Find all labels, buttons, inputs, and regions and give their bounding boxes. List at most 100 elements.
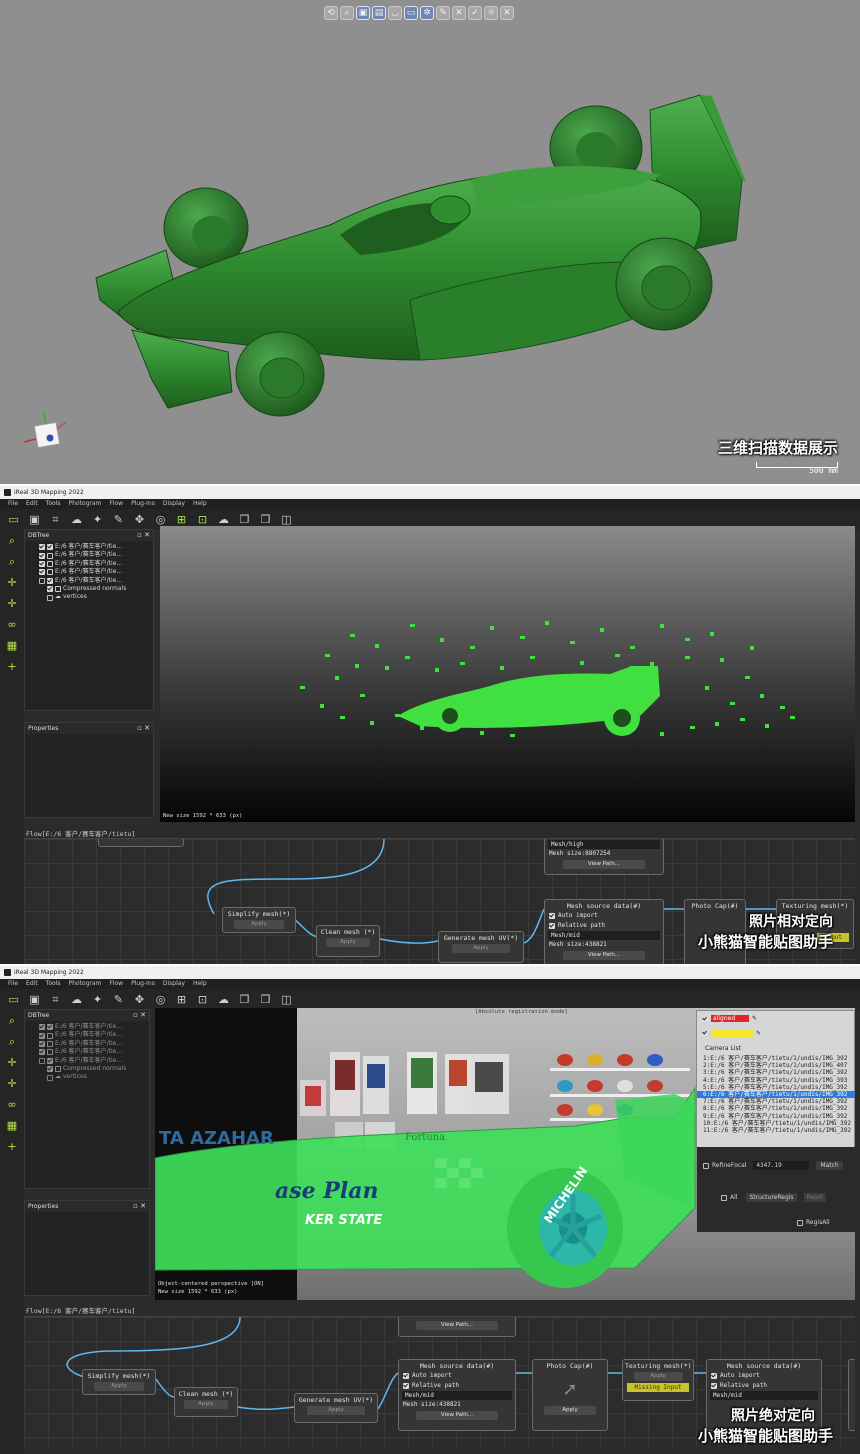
refine-focal-field[interactable]: 4347.19 <box>753 1161 810 1170</box>
menu-display[interactable]: Display <box>163 979 185 989</box>
plus-icon[interactable]: + <box>4 1139 20 1155</box>
node-clean-mesh[interactable]: Clean mesh (*) Apply <box>174 1387 238 1417</box>
menu-photogram[interactable]: Photogram <box>68 499 101 509</box>
3d-viewport[interactable]: New size 1592 * 633 (px) <box>160 526 855 822</box>
tree-item[interactable]: E:/6 客户/赛车客户/tie… <box>39 568 153 576</box>
pen-icon[interactable]: ✎ <box>752 1015 757 1022</box>
layers-2-icon[interactable]: ❐ <box>258 992 273 1007</box>
apply-button[interactable]: Apply <box>93 1382 145 1391</box>
camera-row[interactable]: 9:E:/6 客户/赛车客户/tietu/1/undis/IMG_392 <box>697 1113 855 1120</box>
grid-icon[interactable]: ▦ <box>4 638 20 654</box>
move-icon[interactable]: ✥ <box>132 992 147 1007</box>
menu-help[interactable]: Help <box>193 979 207 989</box>
layers-icon[interactable]: ❐ <box>237 992 252 1007</box>
axis-2-icon[interactable]: ✛ <box>4 596 20 612</box>
photo-align-icon[interactable]: ⊞ <box>174 512 189 527</box>
structure-regis-button[interactable]: StructureRegis <box>746 1193 797 1202</box>
pen-icon[interactable]: ✎ <box>756 1030 761 1037</box>
node-generate-uv[interactable]: Generate mesh UV(*) Apply <box>294 1393 378 1423</box>
cloud-icon[interactable]: ☁ <box>69 992 84 1007</box>
camera-row[interactable]: 11:E:/6 客户/赛车客户/tietu/1/undis/IMG_392 <box>697 1127 855 1134</box>
view-path-button[interactable]: View Path... <box>416 1321 498 1330</box>
apply-button[interactable]: Apply <box>633 1372 683 1381</box>
3d-viewport[interactable]: TA AZAHAR ase Plan KER STATE MICHELIN Fo… <box>155 1008 855 1300</box>
move-icon[interactable]: ✥ <box>132 512 147 527</box>
search-icon[interactable]: ⌕ <box>4 1013 20 1029</box>
match-button[interactable]: Match <box>816 1161 843 1170</box>
search-icon[interactable]: ⌕ <box>4 533 20 549</box>
paint-icon[interactable]: ✦ <box>90 512 105 527</box>
cube-icon[interactable]: ◫ <box>279 512 294 527</box>
menu-display[interactable]: Display <box>163 499 185 509</box>
camera-row[interactable]: 8:E:/6 客户/赛车客户/tietu/1/undis/IMG_392 <box>697 1105 855 1112</box>
apply-button[interactable]: Apply <box>544 1406 596 1415</box>
node-edge-stub[interactable] <box>848 1359 855 1431</box>
layers-icon[interactable]: ❐ <box>237 512 252 527</box>
camera-row[interactable]: 4:E:/6 客户/赛车客户/tietu/1/undis/IMG_393 <box>697 1077 855 1084</box>
camera-align-icon[interactable]: ⊡ <box>195 512 210 527</box>
tree-item[interactable]: E:/6 客户/赛车客户/tie… <box>39 1057 149 1065</box>
node-top-stub[interactable] <box>98 839 184 847</box>
camera-row[interactable]: 3:E:/6 客户/赛车客户/tietu/1/undis/IMG_392 <box>697 1069 855 1076</box>
menu-edit[interactable]: Edit <box>26 499 38 509</box>
apply-button[interactable]: Apply <box>451 944 511 953</box>
axis-icon[interactable]: ✛ <box>4 1055 20 1071</box>
node-mesh-high[interactable]: Mesh/high Mesh size:8807254 View Path... <box>544 839 664 875</box>
tree-item[interactable]: Compressed normals <box>39 585 153 593</box>
menu-plugins[interactable]: Plug-Ins <box>131 499 155 509</box>
aligned-checkbox[interactable] <box>702 1015 708 1022</box>
crop-icon[interactable]: ⌗ <box>48 512 63 527</box>
tree-item[interactable]: ☁ vertices <box>39 593 153 601</box>
reset-button[interactable]: Reset <box>803 1193 827 1202</box>
menu-help[interactable]: Help <box>193 499 207 509</box>
target-icon[interactable]: ◎ <box>153 992 168 1007</box>
plus-icon[interactable]: + <box>4 659 20 675</box>
camera-row[interactable]: 5:E:/6 客户/赛车客户/tietu/1/undis/IMG_392 <box>697 1084 855 1091</box>
node-photo-cap[interactable]: Photo Cap(#) ➚ Apply <box>532 1359 608 1431</box>
tree-item[interactable]: E:/6 客户/赛车客户/tie… <box>39 1031 149 1039</box>
edit-icon[interactable]: ✎ <box>111 512 126 527</box>
view-path-button[interactable]: View Path... <box>562 860 646 869</box>
cloud-upload-icon[interactable]: ☁ <box>216 512 231 527</box>
aligned-color-swatch[interactable]: aligned <box>711 1015 749 1022</box>
tree-item[interactable]: Compressed normals <box>39 1065 149 1073</box>
tree-item[interactable]: E:/6 客户/赛车客户/tie… <box>39 1048 149 1056</box>
paint-icon[interactable]: ✦ <box>90 992 105 1007</box>
node-mesh-high[interactable]: View Path... <box>398 1317 516 1337</box>
zoom-icon[interactable]: ⌕ <box>4 554 20 570</box>
axis-2-icon[interactable]: ✛ <box>4 1076 20 1092</box>
axis-icon[interactable]: ✛ <box>4 575 20 591</box>
menu-flow[interactable]: Flow <box>109 979 123 989</box>
save-icon[interactable]: ▣ <box>27 992 42 1007</box>
node-simplify-mesh[interactable]: Simplify mesh(*) Apply <box>222 907 296 933</box>
menu-file[interactable]: File <box>8 979 18 989</box>
tree-item[interactable]: E:/6 客户/赛车客户/tie… <box>39 577 153 585</box>
target-icon[interactable]: ◎ <box>153 512 168 527</box>
zoom-icon[interactable]: ⌕ <box>4 1034 20 1050</box>
tree-item[interactable]: E:/6 客户/赛车客户/tie… <box>39 551 153 559</box>
flow-graph[interactable]: View Path... Simplify mesh(*) Apply Clea… <box>24 1316 855 1446</box>
save-icon[interactable]: ▣ <box>27 512 42 527</box>
cloud-icon[interactable]: ☁ <box>69 512 84 527</box>
node-mesh-source[interactable]: Mesh source data(#) Auto import Relative… <box>398 1359 516 1431</box>
node-generate-uv[interactable]: Generate mesh UV(*) Apply <box>438 931 524 963</box>
flow-graph[interactable]: Mesh/high Mesh size:8807254 View Path...… <box>24 838 855 964</box>
apply-button[interactable]: Apply <box>326 938 370 947</box>
open-folder-icon[interactable]: ▭ <box>6 992 21 1007</box>
apply-button[interactable]: Apply <box>184 1400 228 1409</box>
pending-color-swatch[interactable] <box>711 1029 753 1037</box>
node-simplify-mesh[interactable]: Simplify mesh(*) Apply <box>82 1369 156 1395</box>
node-texturing-mesh[interactable]: Texturing mesh(*) Apply Missing Input <box>622 1359 694 1401</box>
photo-align-icon[interactable]: ⊞ <box>174 992 189 1007</box>
view-path-button[interactable]: View Path... <box>416 1411 498 1420</box>
menu-photogram[interactable]: Photogram <box>68 979 101 989</box>
pending-checkbox[interactable] <box>702 1030 708 1036</box>
menu-tools[interactable]: Tools <box>46 979 61 989</box>
menu-edit[interactable]: Edit <box>26 979 38 989</box>
tree-item[interactable]: E:/6 客户/赛车客户/tie… <box>39 560 153 568</box>
menu-flow[interactable]: Flow <box>109 499 123 509</box>
link-icon[interactable]: ∞ <box>4 1097 20 1113</box>
refine-focal-checkbox[interactable] <box>703 1162 709 1169</box>
menu-file[interactable]: File <box>8 499 18 509</box>
apply-button[interactable]: Apply <box>307 1406 365 1415</box>
